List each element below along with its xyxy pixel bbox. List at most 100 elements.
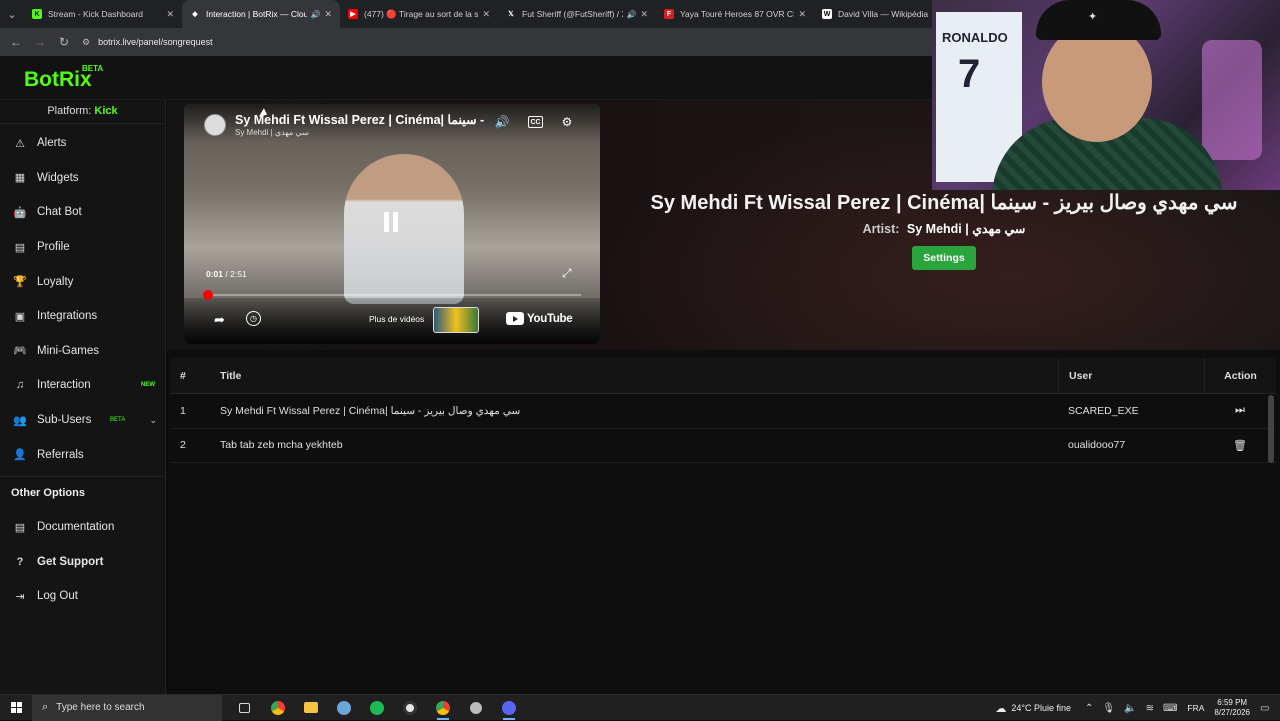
- tab-title: Stream - Kick Dashboard: [48, 9, 143, 19]
- search-placeholder: Type here to search: [56, 702, 145, 713]
- sidebar-item-documentation[interactable]: ▤ Documentation: [0, 510, 165, 545]
- chevron-up-icon[interactable]: ⌃: [1085, 703, 1093, 714]
- chrome-icon[interactable]: [261, 695, 294, 721]
- sidebar-item-alerts[interactable]: ⚠ Alerts: [0, 126, 165, 161]
- sidebar-item-sub-users[interactable]: 👥 Sub-Users BETA ⌄: [0, 403, 165, 438]
- tab-close-icon[interactable]: ✕: [640, 9, 648, 20]
- new-badge: NEW: [141, 382, 155, 389]
- video-title[interactable]: Sy Mehdi Ft Wissal Perez | Cinéma| سينما…: [235, 112, 484, 127]
- share-icon[interactable]: ➦: [214, 312, 225, 328]
- sidebar-item-get-support[interactable]: ? Get Support: [0, 545, 165, 580]
- tab-audio-icon[interactable]: 🔊: [310, 10, 320, 19]
- taskbar-search[interactable]: ⌕ Type here to search: [32, 694, 222, 721]
- row-num: 2: [180, 439, 186, 452]
- tab-title: Fut Sheriff (@FutSheriff) / X: [522, 9, 624, 19]
- forward-icon[interactable]: →: [28, 35, 52, 49]
- sidebar-item-chat-bot[interactable]: 🤖 Chat Bot: [0, 195, 165, 230]
- browser-tab[interactable]: ◆ Interaction | BotRix — Cloud 🔊 ✕: [182, 0, 340, 28]
- language-indicator[interactable]: FRA: [1187, 703, 1204, 713]
- tab-close-icon[interactable]: ✕: [798, 9, 806, 20]
- tab-audio-icon[interactable]: 🔊: [626, 10, 636, 19]
- url-field[interactable]: ⚙ botrix.live/panel/songrequest: [82, 37, 213, 48]
- windows-start-icon[interactable]: [0, 695, 32, 721]
- search-icon: ⌕: [42, 701, 49, 713]
- beta-badge: BETA: [110, 417, 126, 424]
- more-videos-thumbnail[interactable]: [433, 307, 479, 333]
- table-scrollbar[interactable]: [1268, 395, 1274, 463]
- spotify-icon[interactable]: [360, 695, 393, 721]
- time-current: 0:01: [206, 269, 224, 279]
- cap-logo-icon: ✦: [1088, 11, 1098, 23]
- alert-icon: ⚠: [15, 137, 25, 150]
- captions-icon[interactable]: CC: [528, 116, 543, 128]
- youtube-player[interactable]: Sy Mehdi Ft Wissal Perez | Cinéma| سينما…: [184, 104, 600, 344]
- task-view-icon[interactable]: [228, 695, 261, 721]
- site-info-icon[interactable]: ⚙: [82, 37, 90, 48]
- video-channel[interactable]: Sy Mehdi | سي مهدي: [235, 128, 309, 137]
- file-explorer-icon[interactable]: [294, 695, 327, 721]
- logo-beta-badge: BETA: [82, 64, 104, 73]
- tab-favicon-icon: ▶: [348, 9, 358, 19]
- sidebar-item-label: Mini-Games: [37, 344, 99, 357]
- reload-icon[interactable]: ↻: [52, 35, 76, 49]
- tab-title: (477) 🔴 Tirage au sort de la saison: [364, 8, 479, 19]
- tab-favicon-icon: ◆: [190, 9, 200, 19]
- browser-tab[interactable]: F Yaya Touré Heroes 87 OVR CDM ✕: [656, 0, 814, 28]
- sidebar-item-referrals[interactable]: 👤 Referrals: [0, 437, 165, 472]
- gamepad-icon: 🎮: [13, 345, 27, 358]
- sidebar-item-label: Sub-Users: [37, 414, 92, 427]
- watch-later-icon[interactable]: ◷: [246, 311, 261, 326]
- youtube-logo[interactable]: YouTube: [506, 312, 573, 325]
- fullscreen-icon[interactable]: ⤢: [562, 266, 572, 281]
- weather-widget[interactable]: ☁ 24°C Pluie fine: [995, 702, 1071, 715]
- document-icon: ▤: [14, 521, 26, 534]
- wifi-icon[interactable]: ≋: [1146, 703, 1154, 714]
- logout-icon: ⇥: [15, 590, 25, 603]
- music-icon: ♫: [15, 379, 25, 392]
- obs-icon[interactable]: [393, 695, 426, 721]
- browser-tab[interactable]: K Stream - Kick Dashboard ✕: [24, 0, 182, 28]
- snipping-tool-icon[interactable]: [327, 695, 360, 721]
- weather-text: 24°C Pluie fine: [1011, 703, 1072, 713]
- sidebar-item-integrations[interactable]: ▣ Integrations: [0, 299, 165, 334]
- settings-gear-icon[interactable]: ⚙: [559, 114, 575, 130]
- microphone-icon[interactable]: 🎙: [1102, 703, 1115, 714]
- sidebar-item-log-out[interactable]: ⇥ Log Out: [0, 579, 165, 614]
- system-tray: ☁ 24°C Pluie fine ⌃ 🎙 🔈 ≋ ⌨ FRA 6:59 PM 8…: [995, 695, 1280, 721]
- clock[interactable]: 6:59 PM 8/27/2026: [1214, 698, 1250, 718]
- sidebar-item-interaction[interactable]: ♫ Interaction NEW: [0, 368, 165, 403]
- skip-icon[interactable]: ⏭: [1204, 404, 1276, 417]
- settings-icon[interactable]: [459, 695, 492, 721]
- chrome-active-icon[interactable]: [426, 695, 459, 721]
- pause-icon[interactable]: [384, 212, 400, 232]
- browser-tab[interactable]: 𝕏 Fut Sheriff (@FutSheriff) / X 🔊 ✕: [498, 0, 656, 28]
- botrix-logo[interactable]: BotRix BETA: [24, 64, 103, 92]
- tab-close-icon[interactable]: ✕: [324, 9, 332, 20]
- sidebar-item-label: Chat Bot: [37, 206, 82, 219]
- tab-close-icon[interactable]: ✕: [166, 9, 174, 20]
- volume-tray-icon[interactable]: 🔈: [1124, 703, 1136, 714]
- back-icon[interactable]: ←: [4, 35, 28, 49]
- sidebar-item-mini-games[interactable]: 🎮 Mini-Games: [0, 334, 165, 369]
- sidebar-item-profile[interactable]: ▤ Profile: [0, 230, 165, 265]
- sidebar-item-widgets[interactable]: ▦ Widgets: [0, 161, 165, 196]
- volume-icon[interactable]: 🔊: [494, 114, 510, 130]
- keyboard-icon[interactable]: ⌨: [1163, 703, 1177, 714]
- tab-search-icon[interactable]: ⌄: [0, 0, 24, 28]
- tab-close-icon[interactable]: ✕: [482, 9, 490, 20]
- discord-icon[interactable]: [492, 695, 525, 721]
- sidebar-item-loyalty[interactable]: 🏆 Loyalty: [0, 264, 165, 299]
- tab-favicon-icon: F: [664, 9, 674, 19]
- settings-button[interactable]: Settings: [912, 246, 976, 270]
- header-title: Title: [220, 369, 242, 382]
- url-text: botrix.live/panel/songrequest: [98, 37, 213, 47]
- video-progress-bar[interactable]: [203, 290, 581, 300]
- notifications-icon[interactable]: ▭: [1260, 703, 1274, 714]
- chevron-down-icon[interactable]: ⌄: [149, 415, 157, 426]
- trash-icon[interactable]: 🗑: [1204, 439, 1276, 452]
- more-videos-label[interactable]: Plus de vidéos: [369, 314, 424, 324]
- channel-avatar[interactable]: [204, 114, 226, 136]
- header-action: Action: [1204, 357, 1276, 394]
- browser-tab[interactable]: ▶ (477) 🔴 Tirage au sort de la saison✕: [340, 0, 498, 28]
- table-row: 2 Tab tab zeb mcha yekhteb oualidooo77 🗑: [170, 429, 1276, 463]
